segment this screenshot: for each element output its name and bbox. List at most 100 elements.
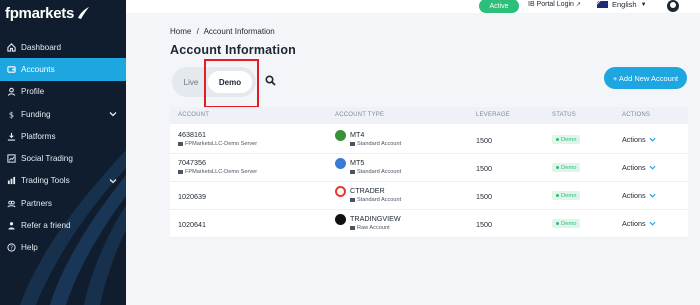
tools-icon (6, 176, 16, 186)
add-new-account-button[interactable]: + Add New Account (604, 67, 687, 89)
server-name: FPMarketsLLC-Demo Server (178, 169, 257, 175)
sidebar-item-label: Accounts (21, 64, 55, 74)
brand-logo[interactable]: fpmarkets (5, 3, 90, 23)
column-header-account: ACCOUNT (178, 112, 210, 118)
sidebar-item-funding[interactable]: $ Funding (0, 103, 126, 125)
column-header-account-type: ACCOUNT TYPE (335, 112, 385, 118)
chevron-down-icon (649, 221, 656, 226)
sidebar-item-label: Dashboard (21, 42, 62, 52)
sidebar-item-profile[interactable]: Profile (0, 81, 126, 103)
account-type: Standard Account (350, 141, 401, 147)
account-number: 1020641 (178, 220, 206, 229)
account-type-icon (350, 170, 355, 174)
sidebar-item-dashboard[interactable]: Dashboard (0, 36, 126, 58)
partners-icon (6, 198, 16, 208)
sidebar-item-label: Help (21, 243, 38, 253)
chart-icon (6, 154, 16, 164)
caret-down-icon: ▼ (640, 1, 647, 8)
download-icon (6, 131, 16, 141)
sidebar-item-accounts[interactable]: Accounts (0, 58, 126, 81)
platform-name: CTRADER (350, 186, 385, 195)
tab-live[interactable]: Live (180, 75, 202, 89)
account-type: Standard Account (350, 169, 401, 175)
sidebar: fpmarkets Dashboard Accounts Profile $ F… (0, 0, 126, 305)
sidebar-item-label: Funding (21, 109, 51, 119)
external-link-icon: ↗ (575, 2, 581, 8)
sidebar-item-label: Profile (21, 87, 45, 97)
actions-dropdown[interactable]: Actions (622, 135, 656, 144)
column-header-status: STATUS (552, 112, 576, 118)
people-icon (6, 221, 16, 231)
sidebar-item-help[interactable]: ? Help (0, 237, 126, 259)
column-header-actions: ACTIONS (622, 112, 651, 118)
platform-name: MT5 (350, 158, 365, 167)
ib-portal-login-link[interactable]: IB Portal Login ↗ (528, 1, 581, 8)
home-icon (6, 42, 16, 52)
table-row: 7047356 FPMarketsLLC-Demo Server MT5 Sta… (170, 154, 688, 182)
column-header-leverage: LEVERAGE (476, 112, 510, 118)
account-type: Standard Account (350, 197, 401, 203)
breadcrumb-separator: / (196, 27, 199, 36)
account-number: 4638161 (178, 130, 206, 139)
server-icon (178, 142, 183, 146)
page-title: Account Information (170, 43, 297, 57)
brand-mark-icon (78, 7, 89, 19)
sidebar-item-social-trading[interactable]: Social Trading (0, 147, 126, 169)
platform-name: TRADINGVIEW (350, 214, 401, 223)
actions-dropdown[interactable]: Actions (622, 191, 656, 200)
chevron-down-icon (649, 165, 656, 170)
sidebar-item-partners[interactable]: Partners (0, 192, 126, 214)
australia-flag-icon (597, 1, 608, 8)
wallet-icon (6, 64, 16, 74)
chevron-down-icon[interactable] (109, 177, 117, 185)
dollar-icon: $ (6, 109, 16, 119)
svg-text:$: $ (8, 110, 13, 119)
svg-text:?: ? (10, 246, 13, 252)
table-row: 1020639 CTRADER Standard Account 1500 De… (170, 182, 688, 210)
leverage-value: 1500 (476, 164, 492, 173)
help-icon: ? (6, 243, 16, 253)
tradingview-logo-icon (335, 214, 346, 225)
sidebar-item-platforms[interactable]: Platforms (0, 125, 126, 147)
sidebar-item-label: Platforms (21, 131, 56, 141)
brand-name: fpmarkets (5, 4, 74, 22)
account-number: 7047356 (178, 158, 206, 167)
chevron-down-icon (649, 137, 656, 142)
account-type: Raw Account (350, 225, 390, 231)
breadcrumb-home[interactable]: Home (170, 27, 191, 36)
table-header: ACCOUNT ACCOUNT TYPE LEVERAGE STATUS ACT… (170, 107, 688, 124)
user-avatar-icon[interactable] (667, 0, 679, 12)
language-selector[interactable]: English ▼ (597, 0, 647, 9)
language-label: English (612, 0, 637, 9)
search-icon[interactable] (265, 75, 276, 86)
status-badge: Demo (552, 219, 581, 228)
server-name: FPMarketsLLC-Demo Server (178, 141, 257, 147)
chevron-down-icon[interactable] (109, 110, 117, 118)
actions-dropdown[interactable]: Actions (622, 163, 656, 172)
mt4-logo-icon (335, 130, 346, 141)
sidebar-nav: Dashboard Accounts Profile $ Funding Pla… (0, 36, 126, 259)
breadcrumb: Home / Account Information (170, 27, 275, 36)
account-type-icon (350, 142, 355, 146)
sidebar-item-label: Social Trading (21, 154, 73, 164)
leverage-value: 1500 (476, 192, 492, 201)
chevron-down-icon (649, 193, 656, 198)
actions-dropdown[interactable]: Actions (622, 219, 656, 228)
sidebar-item-trading-tools[interactable]: Trading Tools (0, 170, 126, 192)
sidebar-item-label: Trading Tools (21, 176, 70, 186)
demo-tab-highlight-annotation (204, 59, 259, 108)
sidebar-item-label: Partners (21, 198, 52, 208)
account-type-icon (350, 198, 355, 202)
breadcrumb-current: Account Information (203, 27, 275, 36)
account-status-badge: Active (479, 0, 519, 13)
table-row: 1020641 TRADINGVIEW Raw Account 1500 Dem… (170, 210, 688, 238)
leverage-value: 1500 (476, 136, 492, 145)
table-row: 4638161 FPMarketsLLC-Demo Server MT4 Sta… (170, 126, 688, 154)
sidebar-item-refer-a-friend[interactable]: Refer a friend (0, 214, 126, 236)
ctrader-logo-icon (335, 186, 346, 197)
top-bar: Active IB Portal Login ↗ English ▼ (126, 0, 700, 13)
ib-portal-label: IB Portal Login (528, 1, 574, 8)
user-icon (6, 87, 16, 97)
sidebar-item-label: Refer a friend (21, 221, 71, 231)
server-icon (178, 170, 183, 174)
